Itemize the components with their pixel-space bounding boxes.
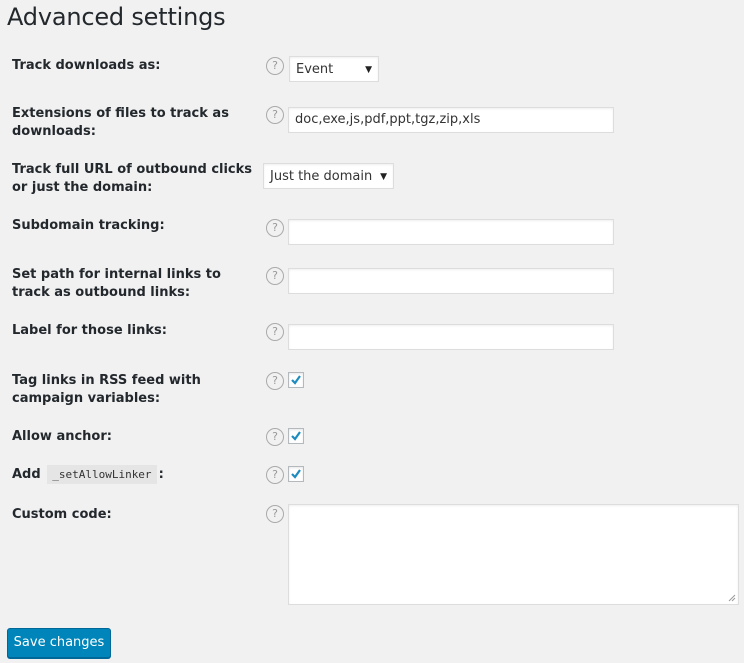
allow-linker-suffix: : (158, 467, 164, 482)
help-icon[interactable]: ? (266, 57, 284, 75)
help-icon[interactable]: ? (266, 106, 284, 124)
outbound-url-value: Just the domain (270, 169, 373, 184)
checkmark-icon (291, 375, 301, 385)
checkmark-icon (291, 469, 301, 479)
help-icon[interactable]: ? (266, 323, 284, 341)
track-downloads-label: Track downloads as: (12, 58, 161, 73)
help-icon[interactable]: ? (266, 372, 284, 390)
chevron-down-icon: ▼ (380, 172, 387, 182)
link-label-label: Label for those links: (12, 323, 167, 338)
allow-anchor-checkbox[interactable] (288, 428, 304, 444)
extensions-input[interactable]: doc,exe,js,pdf,ppt,tgz,zip,xls (288, 107, 614, 133)
subdomain-input[interactable] (288, 219, 614, 245)
help-icon[interactable]: ? (266, 466, 284, 484)
internal-path-label: Set path for internal links to track as … (12, 267, 221, 300)
save-changes-button[interactable]: Save changes (7, 628, 111, 658)
chevron-down-icon: ▼ (365, 65, 372, 75)
allow-linker-checkbox[interactable] (288, 466, 304, 482)
page-title: Advanced settings (7, 3, 226, 31)
allow-linker-code: _setAllowLinker (47, 465, 157, 484)
checkmark-icon (291, 431, 301, 441)
allow-anchor-label: Allow anchor: (12, 429, 112, 444)
link-label-input[interactable] (288, 324, 614, 350)
internal-path-input[interactable] (288, 268, 614, 294)
resize-handle-icon[interactable] (728, 594, 736, 602)
help-icon[interactable]: ? (266, 428, 284, 446)
track-downloads-value: Event (296, 62, 334, 77)
custom-code-label: Custom code: (12, 507, 112, 522)
help-icon[interactable]: ? (266, 219, 284, 237)
rss-tag-checkbox[interactable] (288, 372, 304, 388)
allow-linker-label: Add _setAllowLinker: (12, 465, 262, 484)
help-icon[interactable]: ? (266, 267, 284, 285)
help-icon[interactable]: ? (266, 505, 284, 523)
extensions-label: Extensions of files to track as download… (12, 106, 229, 139)
allow-linker-prefix: Add (12, 467, 41, 482)
outbound-url-select[interactable]: Just the domain ▼ (263, 163, 394, 189)
subdomain-label: Subdomain tracking: (12, 218, 165, 233)
advanced-settings-page: Advanced settings Track downloads as: ? … (0, 0, 744, 663)
outbound-url-label: Track full URL of outbound clicks or jus… (12, 162, 253, 195)
custom-code-textarea[interactable] (288, 504, 739, 605)
track-downloads-select[interactable]: Event ▼ (289, 56, 379, 82)
rss-tag-label: Tag links in RSS feed with campaign vari… (12, 373, 201, 406)
